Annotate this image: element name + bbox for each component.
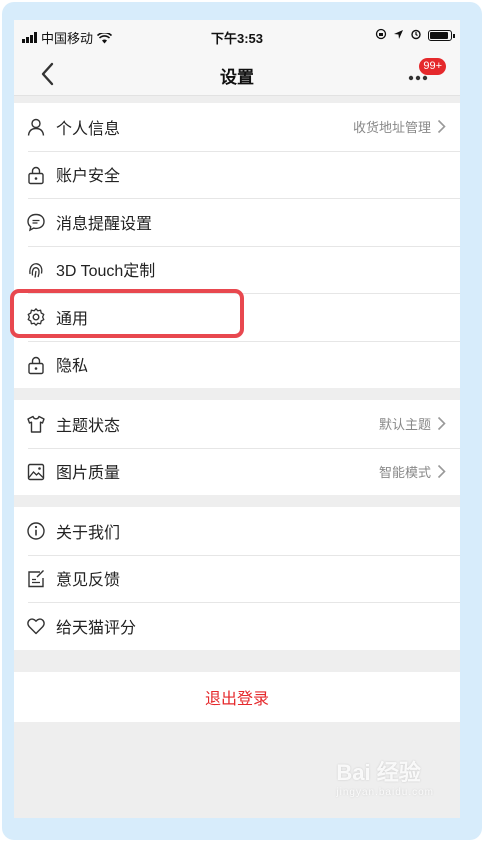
row-label: 给天猫评分: [56, 619, 137, 637]
row-label: 意见反馈: [56, 572, 121, 590]
settings-group-about: 关于我们 意见反馈 给天猫评分: [14, 507, 460, 650]
row-label: 消息提醒设置: [56, 215, 153, 233]
row-3d-touch[interactable]: 3D Touch定制: [14, 245, 460, 294]
row-label: 主题状态: [56, 417, 121, 435]
row-right: 智能模式: [379, 448, 446, 496]
row-personal-info[interactable]: 个人信息 收货地址管理: [14, 103, 460, 151]
row-rate-tmall[interactable]: 给天猫评分: [14, 602, 460, 650]
row-label: 图片质量: [56, 465, 121, 483]
settings-group-account: 个人信息 收货地址管理 账户安全 消息提醒设置 3D Touch定制 通用 隐私: [14, 103, 460, 388]
notification-badge: 99+: [419, 58, 446, 75]
image-icon: [27, 463, 45, 480]
status-right: [375, 28, 455, 43]
row-right-text: 智能模式: [378, 464, 431, 480]
row-label: 个人信息: [56, 120, 121, 138]
chevron-right-icon: [437, 120, 446, 134]
page-title: 设置: [220, 68, 254, 87]
info-icon: [27, 522, 45, 540]
row-label: 账户安全: [56, 168, 121, 186]
row-right-text: 收货地址管理: [352, 120, 431, 136]
row-right-text: 默认主题: [378, 417, 431, 433]
phone-screen: 中国移动 下午3:53 设置 99+ 个人信息 收货地址管理 账户安全 消息提醒…: [14, 20, 460, 818]
row-theme[interactable]: 主题状态 默认主题: [14, 400, 460, 448]
logout-button[interactable]: 退出登录: [14, 671, 460, 722]
nav-bar: 设置 99+: [14, 52, 460, 96]
fingerprint-icon: [29, 262, 43, 278]
lock-icon: [28, 356, 44, 374]
person-icon: [27, 118, 45, 136]
row-right: 收货地址管理: [353, 103, 446, 151]
rotation-lock-icon: [375, 28, 387, 43]
message-icon: [27, 213, 45, 232]
heart-icon: [27, 618, 45, 635]
row-image-quality[interactable]: 图片质量 智能模式: [14, 447, 460, 496]
row-label: 3D Touch定制: [56, 263, 156, 281]
row-notification-settings[interactable]: 消息提醒设置: [14, 198, 460, 246]
highlight-box: [10, 289, 244, 338]
row-about-us[interactable]: 关于我们: [14, 507, 460, 555]
row-right: 默认主题: [379, 400, 446, 448]
battery-icon: [428, 30, 455, 41]
row-feedback[interactable]: 意见反馈: [14, 554, 460, 603]
chevron-right-icon: [437, 417, 446, 431]
settings-group-display: 主题状态 默认主题 图片质量 智能模式: [14, 400, 460, 495]
row-account-security[interactable]: 账户安全: [14, 150, 460, 199]
row-label: 隐私: [56, 358, 89, 376]
chevron-right-icon: [437, 464, 446, 478]
alarm-icon: [410, 28, 422, 43]
more-button[interactable]: 99+: [406, 58, 446, 86]
row-privacy[interactable]: 隐私: [14, 340, 460, 389]
row-label: 关于我们: [56, 524, 121, 542]
location-icon: [393, 28, 404, 43]
lock-icon: [28, 166, 44, 184]
feedback-icon: [28, 569, 44, 587]
tshirt-icon: [27, 415, 45, 433]
status-bar: 中国移动 下午3:53: [14, 20, 460, 52]
baidu-watermark: Bai 经验 jingyan.baidu.com: [336, 760, 434, 798]
